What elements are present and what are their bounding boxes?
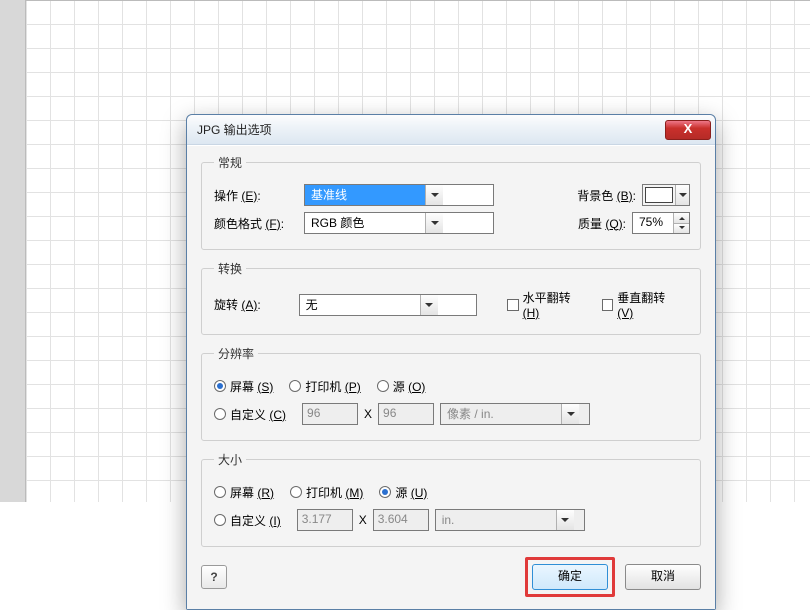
fliph-label: 水平翻转 (H) xyxy=(523,289,586,320)
size-y-input[interactable]: 3.604 xyxy=(373,509,429,531)
fliph-checkbox[interactable]: 水平翻转 (H) xyxy=(507,289,586,320)
size-source-label: 源 (U) xyxy=(395,484,427,501)
help-icon: ? xyxy=(210,570,217,584)
size-screen-radio[interactable]: 屏幕 (R) xyxy=(214,484,274,501)
cancel-button[interactable]: 取消 xyxy=(625,564,701,590)
group-resolution: 分辨率 屏幕 (S) 打印机 (P) xyxy=(201,345,701,441)
size-sep: X xyxy=(359,513,367,527)
res-printer-label: 打印机 (P) xyxy=(305,378,360,395)
titlebar[interactable]: JPG 输出选项 X xyxy=(187,115,715,145)
spin-up-icon[interactable] xyxy=(674,213,689,224)
ok-highlight: 确定 xyxy=(525,557,615,597)
legend-resolution: 分辨率 xyxy=(214,345,258,362)
radio-icon xyxy=(289,380,301,392)
size-printer-label: 打印机 (M) xyxy=(306,484,363,501)
dialog-body: 常规 操作 (E): 基准线 背景色 (B): xyxy=(187,145,715,609)
res-y-input[interactable]: 96 xyxy=(378,403,434,425)
chevron-down-icon xyxy=(561,404,579,424)
res-custom-label: 自定义 (C) xyxy=(230,406,286,423)
spin-down-icon[interactable] xyxy=(674,224,689,234)
operation-value: 基准线 xyxy=(305,185,425,205)
help-button[interactable]: ? xyxy=(201,565,227,589)
res-unit-combo[interactable]: 像素 / in. xyxy=(440,403,590,425)
ruler-left xyxy=(0,0,26,502)
close-button[interactable]: X xyxy=(665,120,711,140)
chevron-down-icon xyxy=(675,185,689,205)
size-screen-label: 屏幕 (R) xyxy=(230,484,274,501)
group-size: 大小 屏幕 (R) 打印机 (M) xyxy=(201,451,701,547)
res-screen-radio[interactable]: 屏幕 (S) xyxy=(214,378,273,395)
size-custom-label: 自定义 (I) xyxy=(230,512,281,529)
flipv-label: 垂直翻转 (V) xyxy=(617,289,680,320)
size-unit-value: in. xyxy=(436,510,556,530)
dialog-title: JPG 输出选项 xyxy=(197,121,665,138)
res-x-input[interactable]: 96 xyxy=(302,403,358,425)
jpg-export-dialog: JPG 输出选项 X 常规 操作 (E): 基准线 背景色 (B): xyxy=(186,114,716,610)
bgcolor-label: 背景色 (B): xyxy=(577,187,636,204)
legend-general: 常规 xyxy=(214,154,246,171)
ok-button[interactable]: 确定 xyxy=(532,564,608,590)
colorformat-value: RGB 颜色 xyxy=(305,213,425,233)
flipv-checkbox[interactable]: 垂直翻转 (V) xyxy=(602,289,680,320)
res-unit-value: 像素 / in. xyxy=(441,404,561,424)
radio-icon xyxy=(290,486,302,498)
canvas-top-border xyxy=(26,0,810,1)
quality-value: 75% xyxy=(633,213,673,233)
operation-combo[interactable]: 基准线 xyxy=(304,184,494,206)
checkbox-icon xyxy=(507,299,518,311)
radio-icon xyxy=(377,380,389,392)
radio-icon xyxy=(214,486,226,498)
res-source-label: 源 (O) xyxy=(393,378,426,395)
radio-icon xyxy=(379,486,391,498)
rotate-combo[interactable]: 无 xyxy=(299,294,477,316)
res-source-radio[interactable]: 源 (O) xyxy=(377,378,426,395)
res-printer-radio[interactable]: 打印机 (P) xyxy=(289,378,360,395)
res-sep: X xyxy=(364,407,372,421)
bgcolor-picker[interactable] xyxy=(642,184,690,206)
colorformat-label: 颜色格式 (F): xyxy=(214,215,298,232)
quality-label: 质量 (Q): xyxy=(578,215,626,232)
quality-spinner[interactable]: 75% xyxy=(632,212,690,234)
colorformat-combo[interactable]: RGB 颜色 xyxy=(304,212,494,234)
operation-label: 操作 (E): xyxy=(214,187,298,204)
chevron-down-icon xyxy=(420,295,438,315)
close-icon: X xyxy=(684,121,693,136)
res-custom-radio[interactable]: 自定义 (C) xyxy=(214,406,286,423)
chevron-down-icon xyxy=(556,510,574,530)
size-source-radio[interactable]: 源 (U) xyxy=(379,484,427,501)
legend-transform: 转换 xyxy=(214,260,246,277)
chevron-down-icon xyxy=(425,185,443,205)
rotate-value: 无 xyxy=(300,295,420,315)
radio-icon xyxy=(214,514,226,526)
dialog-footer: ? 确定 取消 xyxy=(201,557,701,597)
size-custom-radio[interactable]: 自定义 (I) xyxy=(214,512,281,529)
legend-size: 大小 xyxy=(214,451,246,468)
rotate-label: 旋转 (A): xyxy=(214,296,293,313)
group-transform: 转换 旋转 (A): 无 水平翻转 (H) xyxy=(201,260,701,335)
color-swatch xyxy=(645,187,673,203)
group-general: 常规 操作 (E): 基准线 背景色 (B): xyxy=(201,154,701,250)
radio-icon xyxy=(214,380,226,392)
size-printer-radio[interactable]: 打印机 (M) xyxy=(290,484,363,501)
size-x-input[interactable]: 3.177 xyxy=(297,509,353,531)
res-screen-label: 屏幕 (S) xyxy=(230,378,273,395)
chevron-down-icon xyxy=(425,213,443,233)
checkbox-icon xyxy=(602,299,613,311)
radio-icon xyxy=(214,408,226,420)
size-unit-combo[interactable]: in. xyxy=(435,509,585,531)
